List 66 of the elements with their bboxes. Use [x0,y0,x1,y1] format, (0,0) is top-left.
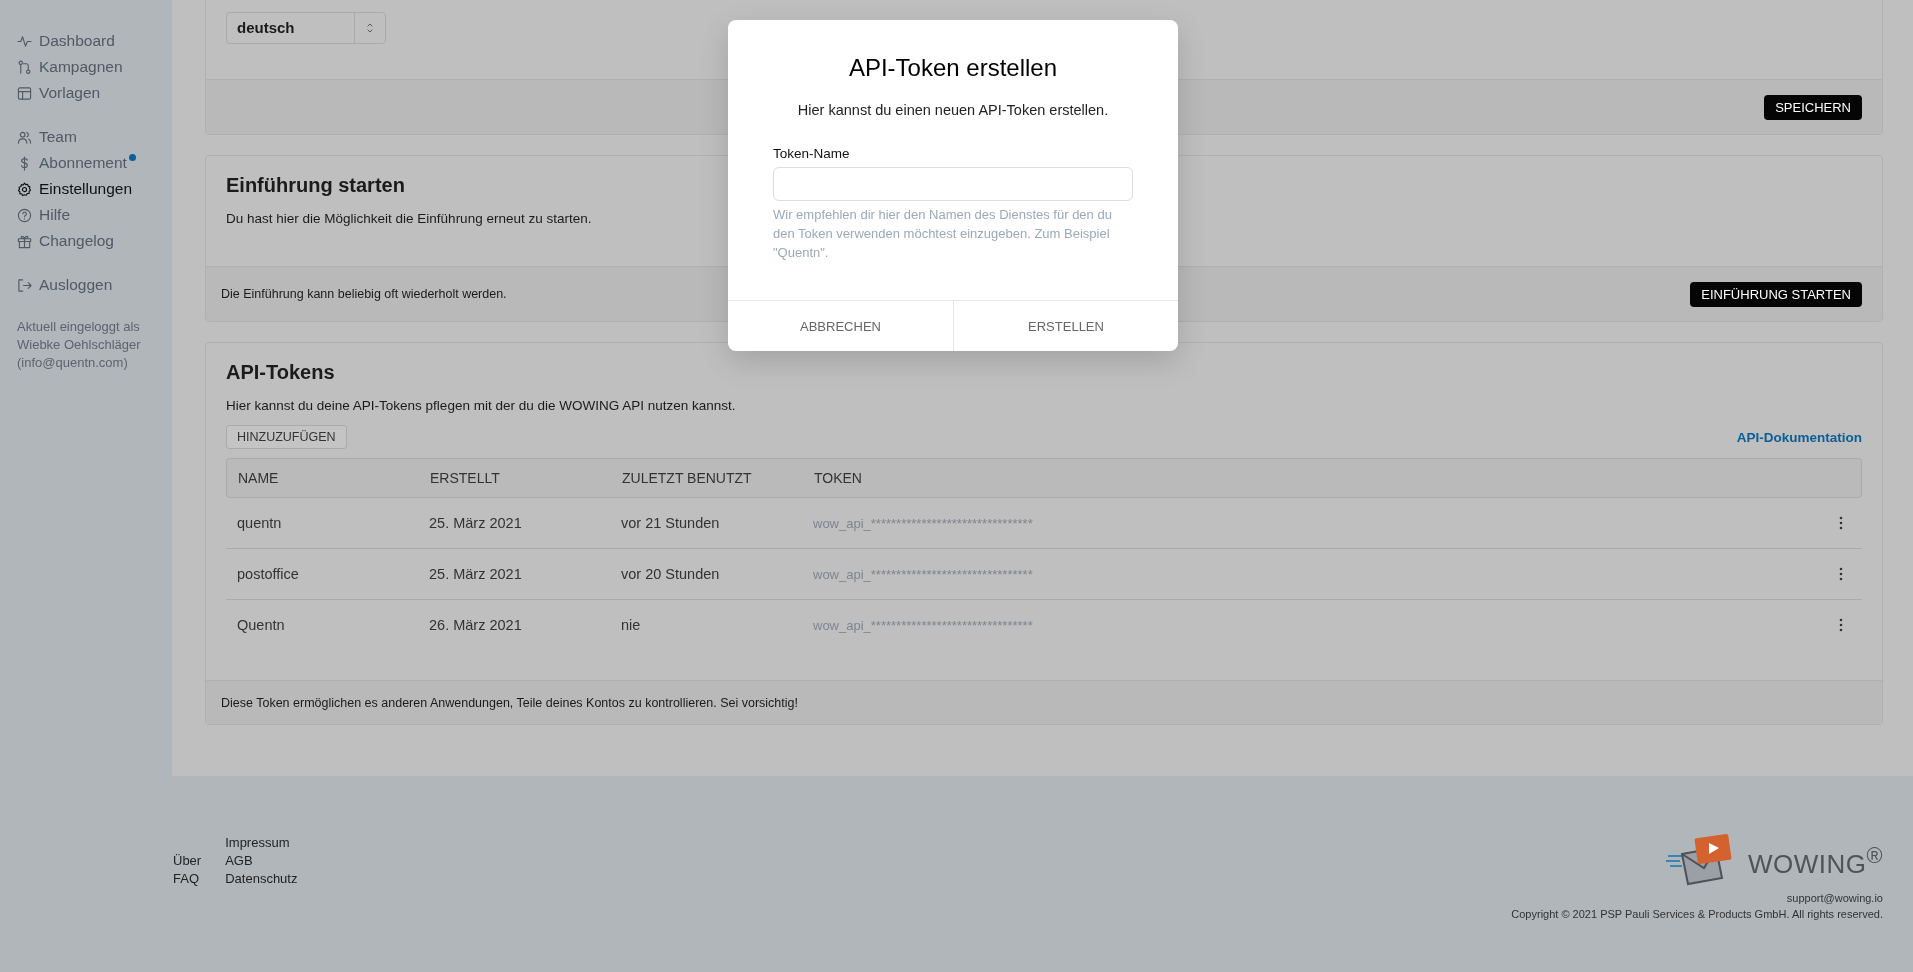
table-cell-text: Quentn [237,617,286,633]
footer-link[interactable]: AGB [225,852,298,870]
section-description: Hier kannst du deine API-Tokens pflegen mit der du die WOWING API nutzen kannst. [226,398,736,413]
column-header: NAME [238,470,280,486]
sidebar-item[interactable]: Hilfe [17,202,70,228]
footer-link[interactable]: Über [173,852,202,870]
api-docs-link[interactable]: API-Dokumentation [1736,429,1862,445]
footer-link[interactable]: Impressum [225,834,298,852]
sidebar-item[interactable]: Team [17,124,77,150]
table-cell-text: 25. März 2021 [429,515,523,531]
logout-icon [17,277,32,293]
account-info-text: Aktuell eingeloggt als [17,318,141,336]
section-title: Einführung starten [226,174,405,197]
save-button[interactable]: SPEICHERN [1764,94,1862,120]
activity-icon [17,33,32,49]
more-options-icon[interactable] [1839,516,1843,530]
more-options-icon[interactable] [1839,618,1843,632]
section-title: API-Tokens [226,361,335,384]
cancel-button[interactable]: ABBRECHEN [728,301,953,351]
gift-icon [17,233,32,249]
table-cell-text: wow_api_******************************** [813,515,1034,531]
table-cell-text: 25. März 2021 [429,566,523,582]
field-hint: Wir empfehlen dir hier den Namen des Dienstes für den du den Token verwenden möchtest einzugeben. Zum Beispiel "Quentn". [773,206,1113,262]
account-info-text: (info@quentn.com) [17,354,129,372]
support-email: support@wowing.io [1786,891,1883,906]
language-select[interactable]: deutsch [226,12,386,44]
modal-title: API-Token erstellen [847,54,1059,82]
table-cell-text: vor 20 Stunden [621,566,721,582]
account-info-text: Wiebke Oehlschläger [17,336,142,354]
sidebar-item[interactable]: Dashboard [17,28,115,54]
column-header: ZULETZT BENUTZT [622,470,753,486]
sidebar-item[interactable]: Kampagnen [17,54,123,80]
table-cell-text: vor 21 Stunden [621,515,721,531]
table-cell-text: wow_api_******************************** [813,566,1034,582]
footer-note: Die Einführung kann beliebig oft wiederholt werden. [221,287,507,301]
layout-icon [17,85,32,101]
help-icon [17,207,32,223]
add-button[interactable]: HINZUZUFÜGEN [226,425,347,449]
create-button[interactable]: ERSTELLEN [953,301,1178,351]
table-cell-text: quentn [237,515,283,531]
table-cell-text: postoffice [237,566,300,582]
table-cell-text: wow_api_******************************** [813,617,1034,633]
sidebar-item[interactable]: Ausloggen [17,272,113,298]
section-description: Du hast hier die Möglichkeit die Einführung erneut zu starten. [226,211,592,226]
table-cell-text: 26. März 2021 [429,617,523,633]
footer-link[interactable]: FAQ [173,870,202,888]
sidebar-item[interactable]: Abonnement [17,150,127,176]
brand-name: WOWING$^{®}$ [1748,848,1883,872]
chevron-up-down-icon [366,22,374,34]
sidebar-item[interactable]: Changelog [17,228,114,254]
modal-subtitle: Hier kannst du einen neuen API-Token erstellen. [796,102,1110,118]
token-name-input[interactable] [773,167,1133,201]
more-options-icon[interactable] [1839,567,1843,581]
sidebar-item[interactable]: Einstellungen [17,176,133,202]
start-intro-button[interactable]: EINFÜHRUNG STARTEN [1690,281,1862,307]
field-label: Token-Name [773,146,851,161]
sidebar-item[interactable]: Vorlagen [17,80,101,106]
users-icon [17,129,32,145]
column-header: ERSTELLT [430,470,501,486]
footer-link[interactable]: Datenschutz [225,870,298,888]
copyright-text: Copyright © 2021 PSP Pauli Services & Products GmbH. All rights reserved. [1511,907,1883,922]
column-header: TOKEN [814,470,863,486]
settings-icon [17,181,32,197]
footer-note: Diese Token ermöglichen es anderen Anwendungen, Teile deines Kontos zu kontrollieren. Sei vorsichtig! [221,695,798,710]
branch-icon [17,59,32,75]
table-cell-text: nie [621,617,642,633]
